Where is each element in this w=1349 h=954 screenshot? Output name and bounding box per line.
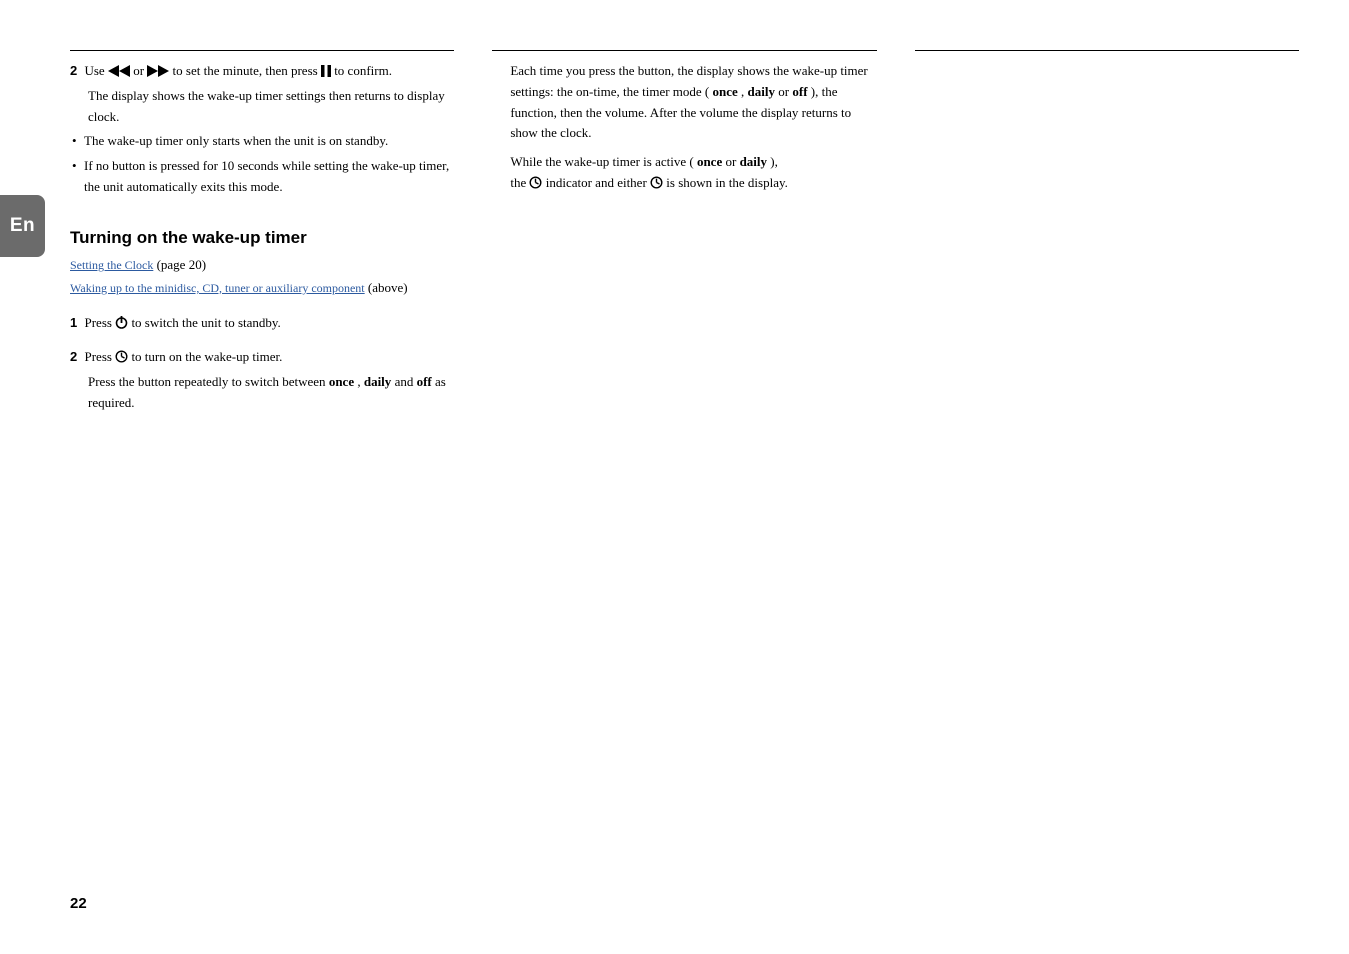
- clock-icon: [115, 349, 128, 364]
- step-note: The display shows the wake-up timer sett…: [70, 86, 454, 128]
- language-tab: En: [0, 195, 45, 257]
- step-2: 2 Use or to set the minute, then press t…: [70, 61, 454, 82]
- page-ref: (page 20): [153, 257, 206, 272]
- bullet-item: The wake-up timer only starts when the u…: [70, 131, 454, 152]
- paragraph: Each time you press the button, the disp…: [492, 61, 876, 144]
- step-number: 2: [70, 61, 77, 82]
- step-text: to turn on the wake-up timer.: [131, 349, 282, 364]
- text: indicator and either: [546, 175, 650, 190]
- step-text: to switch the unit to standby.: [131, 315, 280, 330]
- column-3: [915, 50, 1299, 414]
- mode-daily: daily: [748, 84, 775, 99]
- note-text: Press the button repeatedly to switch be…: [88, 374, 329, 389]
- reference-link-2: Waking up to the minidisc, CD, tuner or …: [70, 278, 454, 299]
- column-1: 2 Use or to set the minute, then press t…: [70, 50, 454, 414]
- link-text[interactable]: Waking up to the minidisc, CD, tuner or …: [70, 281, 365, 295]
- mode-once: once: [329, 374, 354, 389]
- mode-daily: daily: [740, 154, 767, 169]
- mode-off: off: [417, 374, 432, 389]
- note-text: and: [395, 374, 417, 389]
- mode-daily: daily: [364, 374, 391, 389]
- document-page: En 2 Use or to set the minute, then pres…: [0, 0, 1349, 954]
- reference-link-1: Setting the Clock (page 20): [70, 255, 454, 276]
- step-number: 1: [70, 313, 77, 334]
- column-rule: [915, 50, 1299, 51]
- step-text: to set the minute, then press: [173, 63, 321, 78]
- rewind-icon: [108, 63, 130, 78]
- link-text[interactable]: Setting the Clock: [70, 258, 153, 272]
- page-number: 22: [70, 892, 87, 916]
- step-number: 2: [70, 347, 77, 368]
- text: or: [778, 84, 792, 99]
- clock-icon: [529, 175, 542, 190]
- page-ref: (above): [365, 280, 408, 295]
- language-label: En: [10, 211, 35, 241]
- step-note: Press the button repeatedly to switch be…: [70, 372, 454, 414]
- step-text: Use: [84, 63, 107, 78]
- power-icon: [115, 315, 128, 330]
- bullet-item: If no button is pressed for 10 seconds w…: [70, 156, 454, 198]
- step-1: 1 Press to switch the unit to standby.: [70, 313, 454, 334]
- mode-off: off: [792, 84, 807, 99]
- mode-once: once: [713, 84, 738, 99]
- paragraph: the indicator and either is shown in the…: [492, 173, 876, 194]
- fast-forward-icon: [147, 63, 169, 78]
- content-columns: 2 Use or to set the minute, then press t…: [70, 50, 1299, 414]
- step-text: to confirm.: [334, 63, 392, 78]
- text: the: [510, 175, 529, 190]
- step-text: Press: [84, 349, 115, 364]
- text: or: [725, 154, 739, 169]
- step-text: Press: [84, 315, 115, 330]
- text: While the wake-up timer is active (: [510, 154, 693, 169]
- text: ),: [770, 154, 778, 169]
- paragraph: While the wake-up timer is active ( once…: [492, 152, 876, 173]
- mode-once: once: [697, 154, 722, 169]
- pause-icon: [321, 63, 331, 78]
- clock-icon: [650, 175, 663, 190]
- step-2b: 2 Press to turn on the wake-up timer.: [70, 347, 454, 368]
- column-2: Each time you press the button, the disp…: [492, 50, 876, 414]
- section-heading: Turning on the wake-up timer: [70, 224, 454, 251]
- step-text: or: [133, 63, 147, 78]
- text: is shown in the display.: [666, 175, 788, 190]
- column-rule: [492, 50, 876, 51]
- column-rule: [70, 50, 454, 51]
